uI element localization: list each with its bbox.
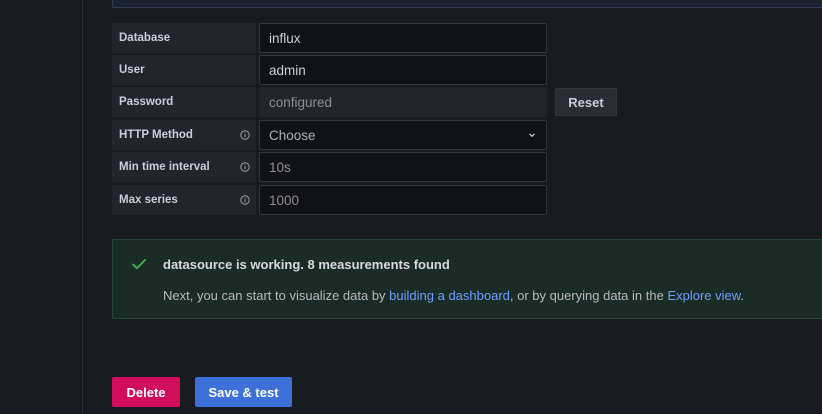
user-label: User [112,55,256,85]
http-method-label: HTTP Method [112,120,256,150]
info-circle-icon[interactable] [240,130,250,140]
min-time-interval-label: Min time interval [112,152,256,182]
database-row: Database influx [112,23,547,53]
left-gutter [0,0,83,414]
password-input: configured [259,87,547,117]
user-row: User admin [112,55,547,85]
http-method-select[interactable]: Choose [259,120,547,150]
datasource-settings-page: Database influx User admin Password conf… [0,0,822,414]
min-time-interval-row: Min time interval 10s [112,152,547,182]
datasource-success-alert: datasource is working. 8 measurements fo… [112,239,822,319]
password-row: Password configured Reset [112,87,617,117]
database-input[interactable]: influx [259,23,547,53]
password-label: Password [112,87,256,117]
save-and-test-button[interactable]: Save & test [195,377,292,407]
check-icon [131,257,147,271]
delete-button[interactable]: Delete [112,377,180,407]
info-circle-icon[interactable] [240,195,250,205]
explore-view-link[interactable]: Explore view [667,288,740,303]
database-label: Database [112,23,256,53]
user-input[interactable]: admin [259,55,547,85]
chevron-down-icon [527,128,537,143]
building-dashboard-link[interactable]: building a dashboard [389,288,510,303]
http-method-row: HTTP Method Choose [112,120,547,150]
max-series-label: Max series [112,185,256,215]
alert-title: datasource is working. 8 measurements fo… [163,257,450,272]
alert-body: Next, you can start to visualize data by… [163,288,745,303]
previous-section-panel [112,0,822,8]
max-series-input[interactable]: 1000 [259,185,547,215]
info-circle-icon[interactable] [240,162,250,172]
max-series-row: Max series 1000 [112,185,547,215]
reset-password-button[interactable]: Reset [555,88,617,116]
min-time-interval-input[interactable]: 10s [259,152,547,182]
